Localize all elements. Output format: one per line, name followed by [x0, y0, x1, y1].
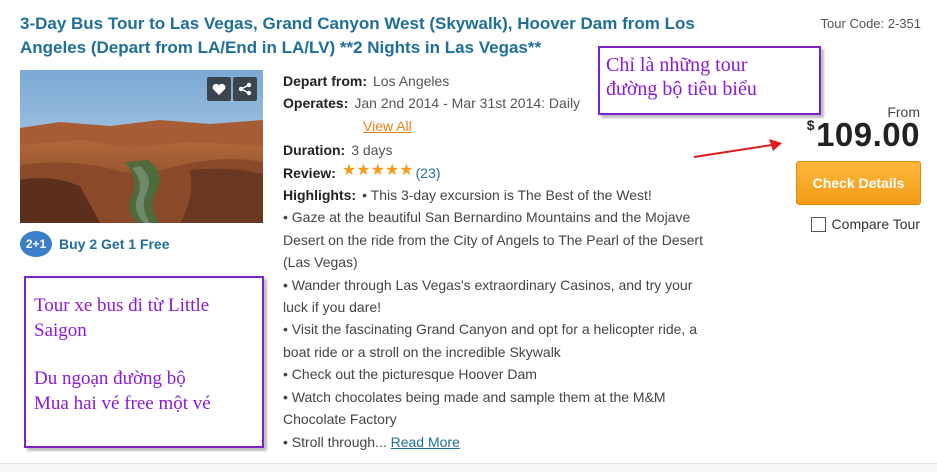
depart-label: Depart from:	[283, 73, 368, 89]
highlight-line: • Watch chocolates being made and sample…	[283, 388, 666, 405]
star-icon: ★	[399, 159, 414, 179]
annotation-note-line: đường bộ tiêu biểu	[606, 78, 757, 100]
compare-tour[interactable]: Compare Tour	[810, 216, 920, 232]
view-all-link[interactable]: View All	[363, 115, 412, 137]
duration-value: 3 days	[351, 142, 393, 159]
red-arrow-icon	[693, 139, 782, 158]
promo-badge-icon: 2+1	[20, 231, 52, 257]
annotation-note-line: Mua hai vé free một vé	[34, 392, 211, 414]
review-label: Review:	[283, 164, 336, 181]
highlight-line: • Check out the picturesque Hoover Dam	[283, 366, 537, 383]
duration-row: Duration: 3 days	[283, 139, 728, 161]
star-icon: ★	[341, 159, 357, 179]
promo-buy2get1: 2+1 Buy 2 Get 1 Free	[20, 231, 170, 257]
highlights-label: Highlights:	[283, 187, 357, 204]
tour-photo[interactable]	[20, 70, 263, 223]
price-amount: 109.00	[816, 116, 920, 153]
highlight-line: • Wander through Las Vegas's extraordina…	[283, 276, 693, 293]
heart-icon[interactable]	[207, 77, 231, 101]
review-count-link[interactable]: (23)	[416, 162, 441, 184]
highlight-line: • This 3-day excursion is The Best of th…	[362, 187, 652, 204]
operates-label: Operates:	[283, 95, 349, 112]
annotation-note-line: Chỉ là những tour	[606, 54, 748, 76]
duration-label: Duration:	[283, 142, 346, 159]
highlights-last: • Stroll through... Read More	[283, 431, 728, 453]
highlight-line: • Gaze at the beautiful San Bernardino M…	[283, 209, 691, 226]
promo-label: Buy 2 Get 1 Free	[59, 236, 170, 252]
share-icon[interactable]	[233, 77, 257, 101]
star-icon: ★	[356, 159, 371, 179]
annotation-note-line: Du ngoạn đường bộ	[34, 368, 186, 389]
annotation-note-left: Tour xe bus đi từ Little Saigon Du ngoạn…	[24, 276, 264, 448]
star-icon: ★	[384, 159, 400, 179]
highlights-first: Highlights: • This 3-day excursion is The…	[283, 184, 728, 206]
highlight-line: luck if you dare!	[283, 299, 382, 316]
highlight-line: Chocolate Factory	[283, 411, 397, 428]
operates-value: Jan 2nd 2014 - Mar 31st 2014: Daily	[354, 95, 581, 112]
highlight-line: boat ride or a stroll on the incredible …	[283, 343, 561, 360]
highlight-line: • Stroll through...	[283, 433, 387, 450]
rating-stars: ★ ★ ★ ★ ★	[341, 159, 414, 184]
tour-code: Tour Code: 2-351	[820, 16, 921, 31]
highlights-list: • Gaze at the beautiful San Bernardino M…	[283, 206, 728, 430]
price: $109.00	[807, 116, 920, 154]
price-currency: $	[806, 117, 816, 133]
annotation-note-para: Du ngoạn đường bộ Mua hai vé free một vé	[34, 367, 254, 416]
check-details-button[interactable]: Check Details	[796, 161, 921, 205]
compare-tour-label: Compare Tour	[831, 216, 920, 232]
bottom-shade	[0, 464, 937, 472]
annotation-note-top: Chỉ là những tour đường bộ tiêu biểu	[598, 46, 821, 115]
star-icon: ★	[370, 159, 385, 179]
read-more-link[interactable]: Read More	[391, 434, 460, 450]
tour-details: Depart from: Los Angeles Operates: Jan 2…	[283, 70, 728, 453]
annotation-note-line: Tour xe bus đi từ Little Saigon	[34, 295, 210, 341]
compare-tour-checkbox[interactable]	[810, 216, 826, 232]
depart-value: Los Angeles	[373, 73, 450, 89]
highlight-line: • Visit the fascinating Grand Canyon and…	[283, 321, 697, 338]
highlight-line: (Las Vegas)	[283, 254, 358, 271]
review-row: Review: ★ ★ ★ ★ ★ (23)	[283, 159, 728, 184]
highlight-line: Desert on the ride from the City of Ange…	[283, 231, 703, 248]
